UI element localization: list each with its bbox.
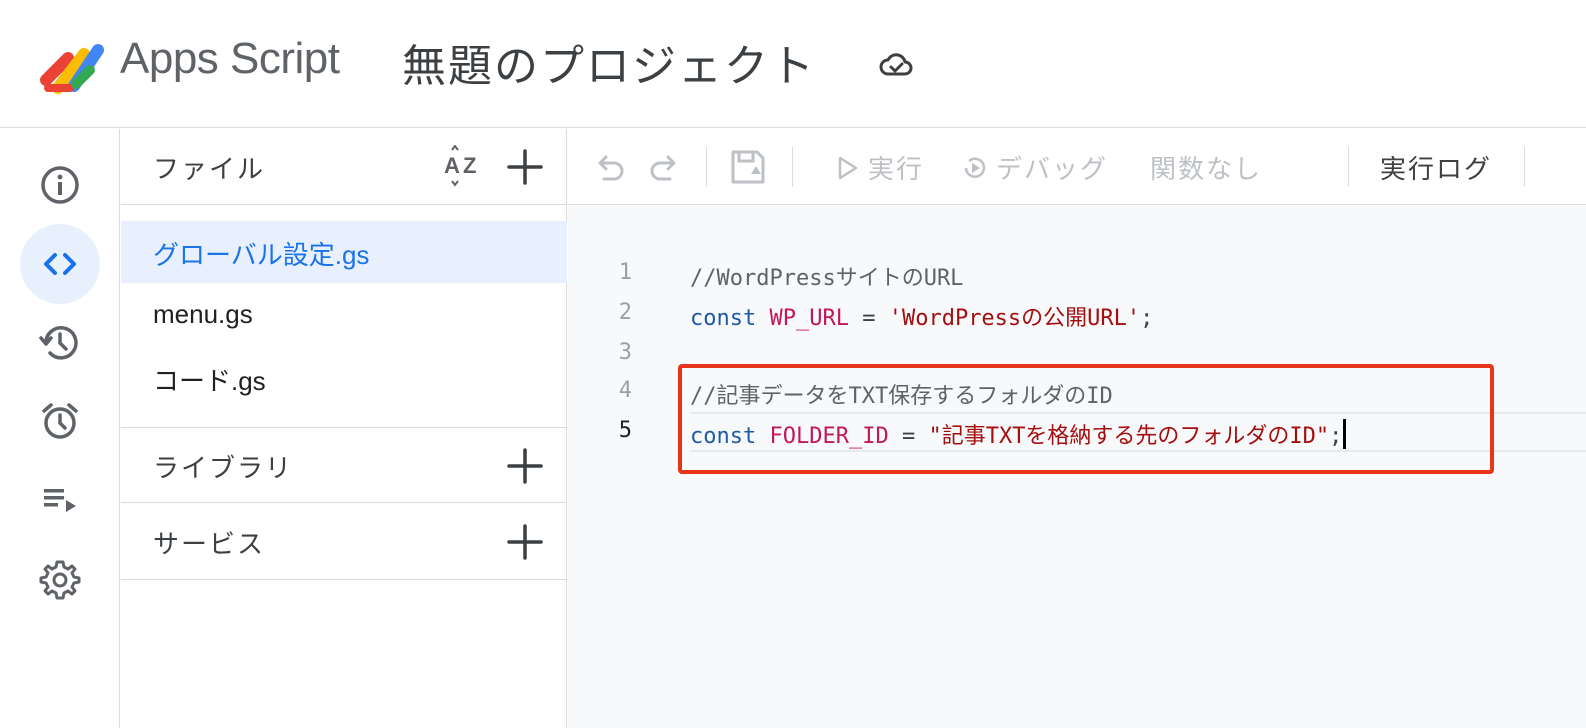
code-operator: = [888, 424, 929, 449]
services-section-header: サービス [121, 504, 567, 580]
code-line[interactable]: 4 //記事データをTXT保存するフォルダのID [568, 372, 1586, 412]
toolbar-divider [1524, 147, 1525, 187]
toolbar-divider [792, 147, 793, 187]
code-keyword: const [690, 424, 757, 449]
svg-text:A: A [444, 153, 460, 178]
undo-icon[interactable] [592, 149, 628, 185]
files-section-header: ファイル A Z [121, 129, 567, 205]
apps-script-logo[interactable] [40, 40, 110, 96]
app-header: Apps Script 無題のプロジェクト [0, 0, 1586, 128]
left-navigation-rail [0, 129, 120, 728]
overview-button[interactable] [20, 145, 100, 225]
code-line[interactable]: 1 //WordPressサイトのURL [568, 254, 1586, 294]
code-string: "記事TXTを格納する先のフォルダのID" [928, 424, 1330, 449]
file-name: グローバル設定.gs [153, 240, 370, 270]
code-line[interactable]: 3 [568, 334, 1586, 374]
svg-text:Z: Z [463, 153, 476, 178]
code-keyword: const [690, 306, 757, 331]
info-icon [41, 166, 79, 204]
code-comment: //記事データをTXT保存するフォルダのID [690, 384, 1113, 409]
gear-icon [39, 560, 81, 600]
redo-icon[interactable] [646, 149, 682, 185]
run-label: 実行 [868, 155, 925, 185]
code-string: 'WordPressの公開URL' [888, 306, 1141, 331]
sort-az-icon[interactable]: A Z [443, 145, 487, 189]
save-to-drive-icon[interactable] [728, 147, 768, 187]
debug-icon [964, 156, 986, 178]
code-variable: FOLDER_ID [769, 424, 889, 449]
run-button[interactable]: 実行 [834, 149, 924, 186]
line-number: 3 [618, 340, 632, 365]
project-settings-button[interactable] [20, 539, 100, 619]
code-icon [44, 253, 76, 275]
editor-button[interactable] [20, 224, 100, 304]
add-file-icon[interactable] [505, 147, 545, 187]
code-variable: WP_URL [769, 306, 849, 331]
toolbar-divider [1348, 147, 1349, 187]
files-section-label: ファイル [153, 155, 266, 185]
file-name: コード.gs [153, 366, 266, 396]
cloud-saved-icon [879, 53, 913, 76]
alarm-icon [42, 403, 78, 439]
triggers-button[interactable] [20, 381, 100, 461]
debug-button[interactable]: デバッグ [962, 149, 1108, 186]
play-icon [838, 156, 858, 179]
line-number: 5 [618, 418, 632, 443]
code-comment: //WordPressサイトのURL [690, 266, 964, 291]
file-item-global-settings[interactable]: グローバル設定.gs [121, 221, 567, 283]
line-number: 2 [618, 300, 632, 325]
code-semicolon: ; [1329, 424, 1343, 449]
code-operator: = [848, 306, 889, 331]
services-section-label: サービス [153, 530, 266, 560]
code-editor[interactable]: 1 //WordPressサイトのURL 2 const WP_URL = 'W… [568, 206, 1586, 728]
code-semicolon: ; [1140, 306, 1154, 331]
editor-toolbar: 実行 デバッグ 関数なし 実行ログ [568, 129, 1586, 205]
line-number: 4 [618, 378, 632, 403]
app-name: Apps Script [120, 34, 340, 83]
file-name: menu.gs [153, 299, 253, 329]
code-text: const WP_URL = 'WordPressの公開URL'; [690, 300, 1153, 332]
files-panel: ファイル A Z グローバル設定.gs menu.gs コード.gs ライブラリ… [121, 129, 567, 728]
file-item-code[interactable]: コード.gs [121, 347, 567, 409]
add-service-icon[interactable] [505, 522, 545, 562]
text-cursor [1343, 419, 1347, 449]
file-item-menu[interactable]: menu.gs [121, 285, 567, 347]
code-line[interactable]: 2 const WP_URL = 'WordPressの公開URL'; [568, 294, 1586, 334]
debug-label: デバッグ [996, 155, 1109, 185]
libraries-section-header: ライブラリ [121, 427, 567, 503]
execution-log-button[interactable]: 実行ログ [1380, 149, 1492, 186]
toolbar-divider [706, 147, 707, 187]
code-line-current[interactable]: 5 const FOLDER_ID = "記事TXTを格納する先のフォルダのID… [568, 412, 1586, 452]
function-select-label: 関数なし [1150, 155, 1263, 185]
project-history-button[interactable] [20, 303, 100, 383]
history-icon [39, 326, 78, 360]
code-text: const FOLDER_ID = "記事TXTを格納する先のフォルダのID"; [690, 418, 1347, 450]
function-select[interactable]: 関数なし [1150, 149, 1262, 186]
add-library-icon[interactable] [505, 446, 545, 486]
executions-button[interactable] [20, 460, 100, 540]
executions-icon [44, 489, 76, 512]
libraries-section-label: ライブラリ [153, 454, 294, 484]
project-title[interactable]: 無題のプロジェクト [402, 30, 816, 94]
line-number: 1 [618, 260, 632, 285]
